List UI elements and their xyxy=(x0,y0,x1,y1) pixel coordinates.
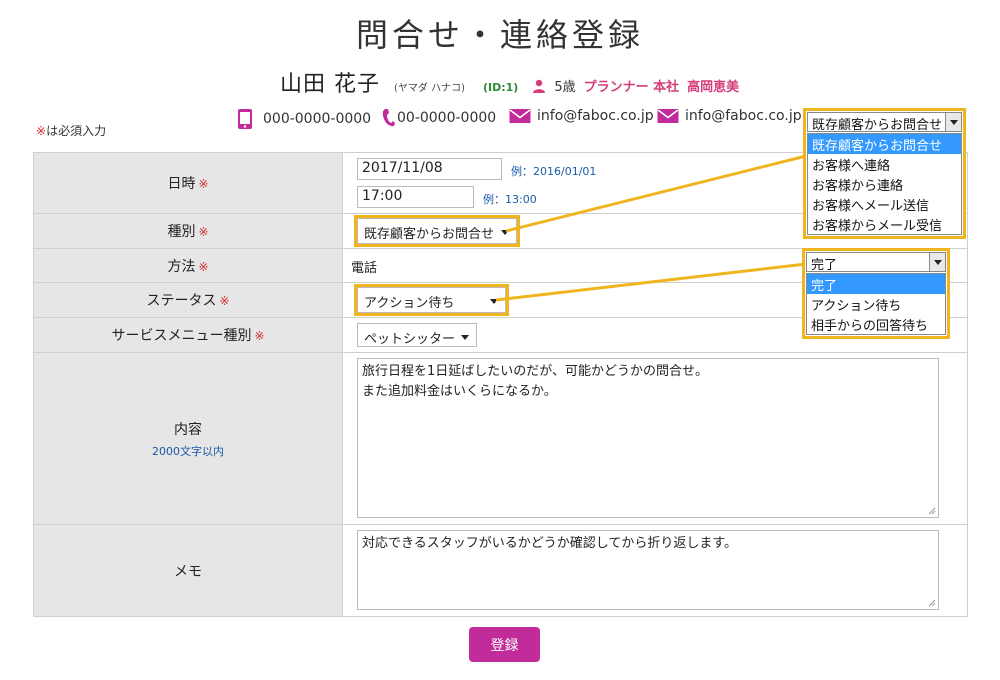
staff-name[interactable]: 高岡恵美 xyxy=(687,76,739,95)
dropdown-option[interactable]: お客様へ連絡 xyxy=(808,154,961,174)
email-address-2[interactable]: info@faboc.co.jp xyxy=(685,108,802,124)
dropdown-arrow-icon[interactable] xyxy=(945,113,961,131)
email-address-1[interactable]: info@faboc.co.jp xyxy=(537,108,654,124)
row-content: 内容 2000文字以内 旅行日程を1日延ばしたいのだが、可能かどうかの問合せ。 ま… xyxy=(33,352,968,525)
memo-textarea[interactable]: 対応できるスタッフがいるかどうか確認してから折り返します。 xyxy=(357,530,939,610)
customer-id: (ID:1) xyxy=(482,81,519,94)
label-memo: メモ xyxy=(33,524,343,617)
label-status: ステータス ※ xyxy=(33,282,343,318)
mobile-contact: 000-0000-0000 xyxy=(237,108,371,130)
phone-icon xyxy=(382,109,395,127)
label-method: 方法 ※ xyxy=(33,248,343,283)
type-select[interactable]: 既存顧客からお問合せ xyxy=(354,215,520,247)
required-note: ※は必須入力 xyxy=(36,122,106,139)
memo-text: 対応できるスタッフがいるかどうか確認してから折り返します。 xyxy=(362,536,738,551)
label-text: メモ xyxy=(174,563,202,580)
required-mark: ※ xyxy=(254,329,265,343)
date-hint: 例：2016/01/01 xyxy=(511,165,597,178)
date-input[interactable]: 2017/11/08 xyxy=(357,158,502,180)
dropdown-arrow-icon[interactable] xyxy=(929,253,945,271)
label-type: 種別 ※ xyxy=(33,213,343,249)
label-text: 方法 xyxy=(167,258,196,275)
type-dropdown-selected: 既存顧客からお問合せ xyxy=(812,118,943,133)
phone-number: 00-0000-0000 xyxy=(397,110,497,126)
time-input[interactable]: 17:00 xyxy=(357,186,474,208)
label-text: 内容 xyxy=(174,421,202,438)
customer-kana: (ヤマダ ハナコ) xyxy=(394,83,465,94)
customer-name: 山田 花子 xyxy=(280,72,380,97)
required-mark: ※ xyxy=(36,124,47,138)
dropdown-option[interactable]: 既存顧客からお問合せ xyxy=(808,134,961,154)
mail-icon xyxy=(657,109,679,123)
dropdown-option[interactable]: 完了 xyxy=(807,274,945,294)
type-dropdown-list: 既存顧客からお問合せ お客様へ連絡 お客様から連絡 お客様へメール送信 お客様か… xyxy=(807,133,962,235)
service-select[interactable]: ペットシッター xyxy=(357,323,477,347)
row-memo: メモ 対応できるスタッフがいるかどうか確認してから折り返します。 xyxy=(33,524,968,617)
mobile-phone-icon xyxy=(238,109,252,129)
required-mark: ※ xyxy=(198,259,209,274)
content-char-limit: 2000文字以内 xyxy=(152,444,224,458)
label-text: ステータス xyxy=(146,293,217,309)
resize-grip-icon[interactable] xyxy=(928,599,936,607)
status-dropdown-callout: 完了 完了 アクション待ち 相手からの回答待ち xyxy=(802,248,950,339)
status-dropdown-list: 完了 アクション待ち 相手からの回答待ち xyxy=(806,273,946,335)
label-text: サービスメニュー種別 xyxy=(111,328,252,344)
email-contact-1: info@faboc.co.jp xyxy=(509,108,654,124)
customer-plan: プランナー 本社 xyxy=(583,80,680,95)
customer-age: 5歳 xyxy=(554,80,576,95)
type-select-value: 既存顧客からお問合せ xyxy=(364,227,495,242)
label-datetime: 日時 ※ xyxy=(33,152,343,214)
required-mark: ※ xyxy=(219,294,230,308)
phone-contact: 00-0000-0000 xyxy=(381,108,496,128)
resize-grip-icon[interactable] xyxy=(928,507,936,515)
status-dropdown-selected: 完了 xyxy=(811,258,838,273)
dropdown-option[interactable]: お客様から連絡 xyxy=(808,174,961,194)
label-text: 日時 xyxy=(167,176,196,192)
dropdown-option[interactable]: アクション待ち xyxy=(807,294,945,314)
status-select[interactable]: アクション待ち xyxy=(354,284,509,316)
content-text: 旅行日程を1日延ばしたいのだが、可能かどうかの問合せ。 また追加料金はいくらにな… xyxy=(362,364,709,399)
type-dropdown-head[interactable]: 既存顧客からお問合せ xyxy=(807,112,962,133)
email-contact-2: info@faboc.co.jp xyxy=(657,108,802,124)
chevron-down-icon xyxy=(490,299,498,304)
required-mark: ※ xyxy=(198,225,209,239)
required-mark: ※ xyxy=(198,177,209,191)
content-textarea[interactable]: 旅行日程を1日延ばしたいのだが、可能かどうかの問合せ。 また追加料金はいくらにな… xyxy=(357,358,939,518)
chevron-down-icon xyxy=(461,335,469,340)
required-note-text: は必須入力 xyxy=(46,124,107,138)
dropdown-option[interactable]: お客様からメール受信 xyxy=(808,214,961,234)
time-hint: 例：13:00 xyxy=(483,193,537,206)
label-text: 種別 xyxy=(167,224,196,240)
dropdown-option[interactable]: お客様へメール送信 xyxy=(808,194,961,214)
status-select-value: アクション待ち xyxy=(364,296,455,311)
page-title: 問合せ・連絡登録 xyxy=(355,16,644,54)
register-button[interactable]: 登録 xyxy=(469,627,540,662)
user-icon xyxy=(532,79,546,93)
status-dropdown-head[interactable]: 完了 xyxy=(806,252,946,273)
customer-header: 山田 花子 (ヤマダ ハナコ) (ID:1) 5歳 プランナー 本社 高岡恵美 xyxy=(280,66,739,98)
type-dropdown-callout: 既存顧客からお問合せ 既存顧客からお問合せ お客様へ連絡 お客様から連絡 お客様… xyxy=(803,108,966,239)
service-select-value: ペットシッター xyxy=(364,332,456,347)
label-content: 内容 2000文字以内 xyxy=(33,352,343,525)
chevron-down-icon xyxy=(501,230,509,235)
mobile-number: 000-0000-0000 xyxy=(263,111,372,127)
label-service: サービスメニュー種別 ※ xyxy=(33,317,343,353)
mail-icon xyxy=(509,109,531,123)
method-value: 電話 xyxy=(351,261,378,276)
dropdown-option[interactable]: 相手からの回答待ち xyxy=(807,314,945,334)
